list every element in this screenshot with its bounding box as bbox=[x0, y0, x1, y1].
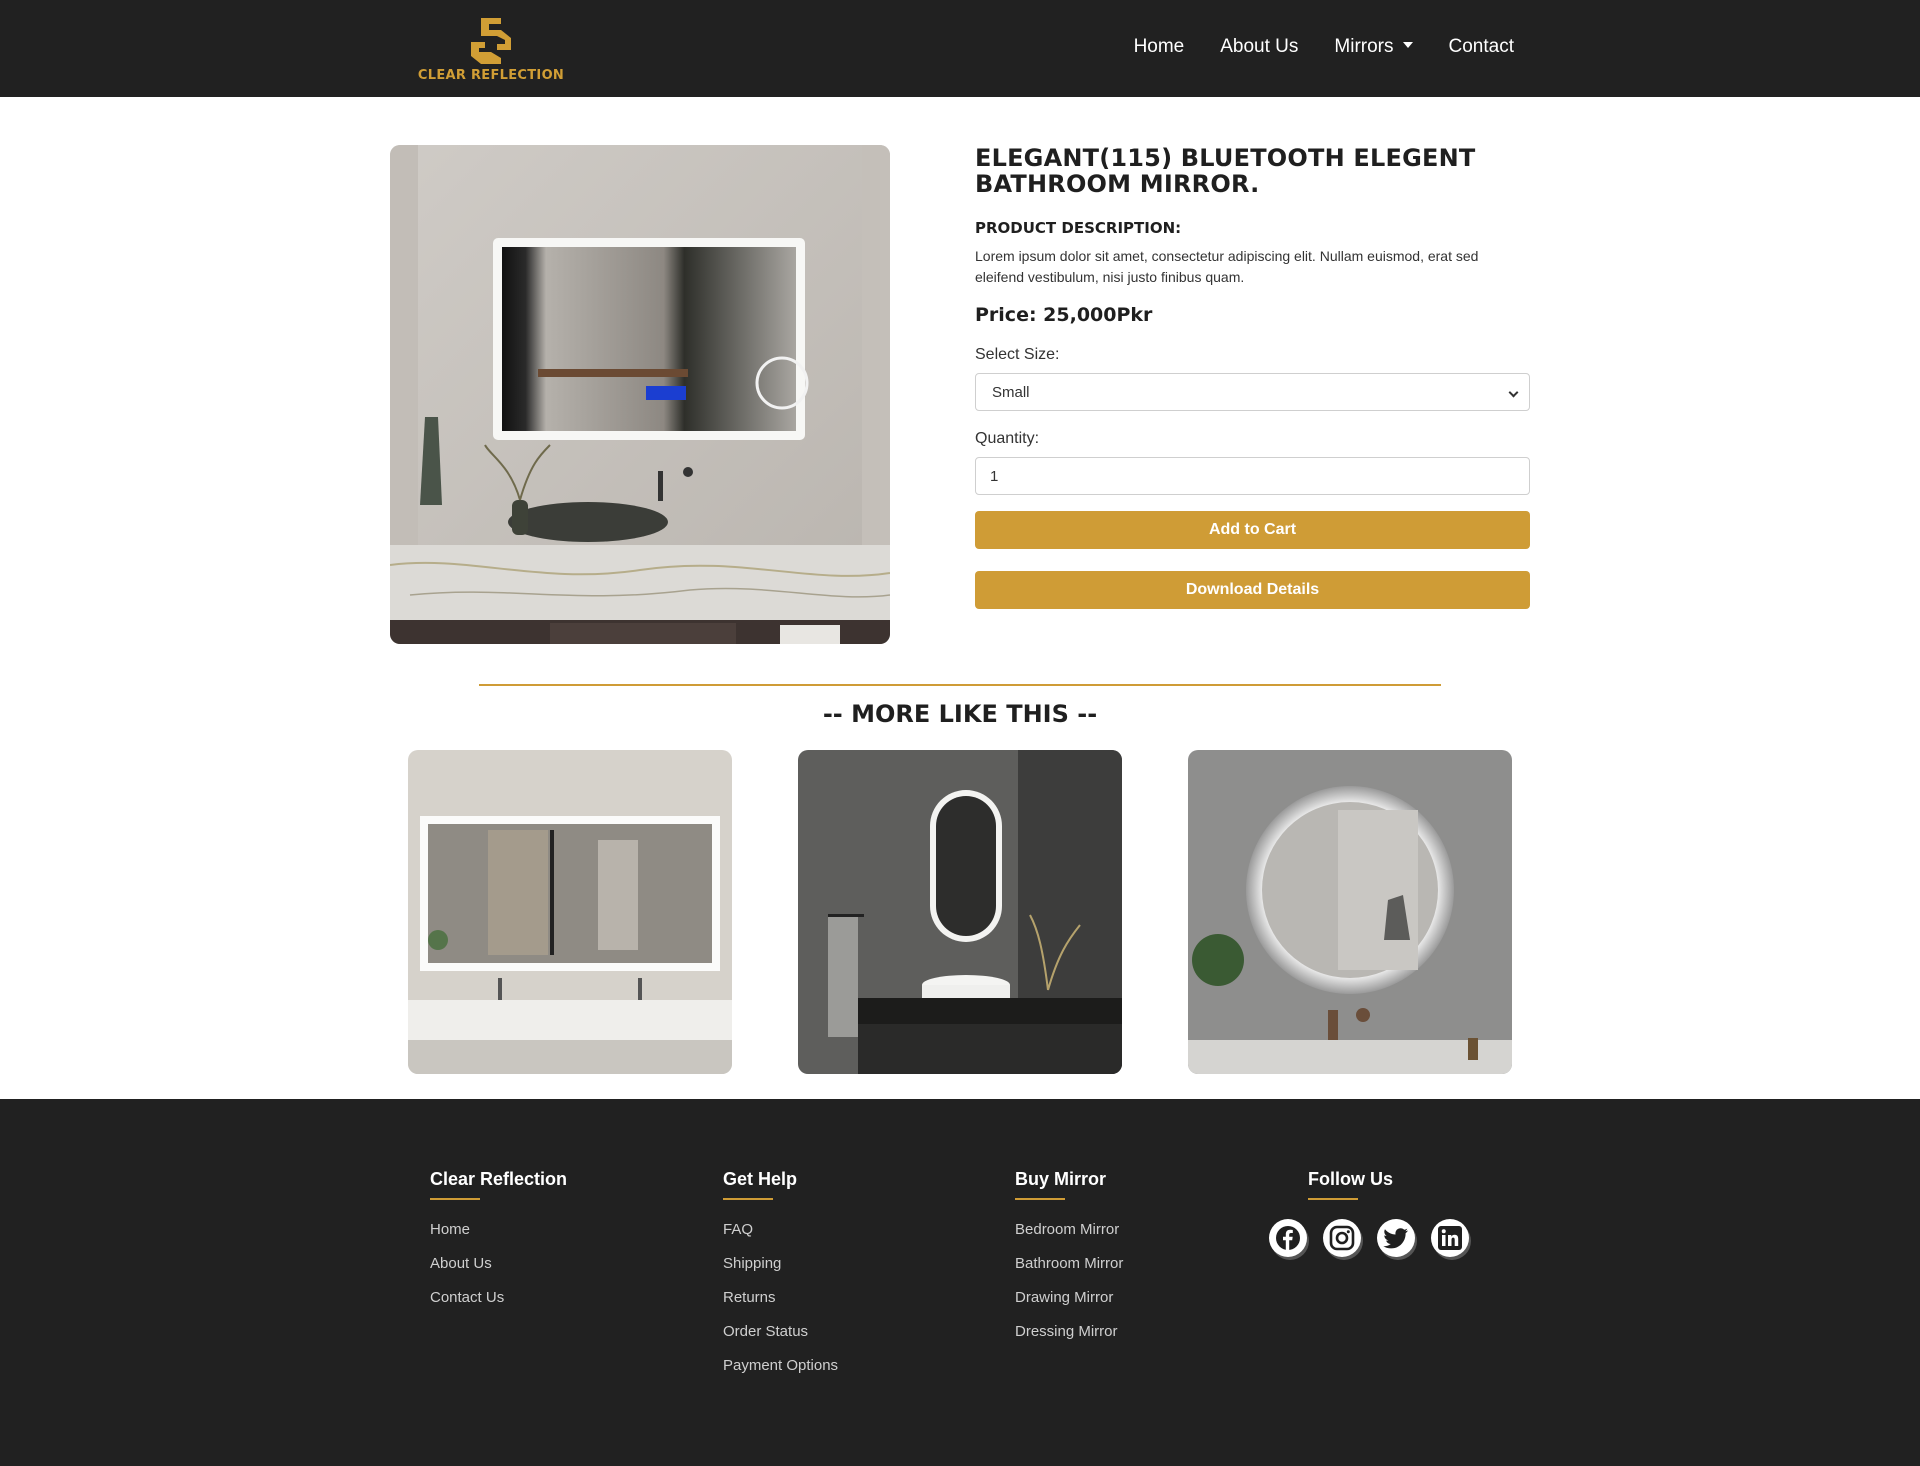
footer-link-drawing-mirror[interactable]: Drawing Mirror bbox=[1015, 1289, 1113, 1306]
social-links bbox=[1269, 1219, 1469, 1257]
footer-link-faq[interactable]: FAQ bbox=[723, 1221, 753, 1238]
footer-link-order-status[interactable]: Order Status bbox=[723, 1323, 808, 1340]
facebook-icon bbox=[1276, 1226, 1300, 1250]
related-product-card[interactable] bbox=[1188, 750, 1512, 1074]
nav-mirrors-dropdown[interactable]: Mirrors bbox=[1334, 36, 1413, 58]
footer-link-contact-us[interactable]: Contact Us bbox=[430, 1289, 504, 1306]
related-product-card[interactable] bbox=[408, 750, 732, 1074]
instagram-icon bbox=[1329, 1225, 1355, 1251]
size-label: Select Size: bbox=[975, 346, 1060, 363]
description-text: Lorem ipsum dolor sit amet, consectetur … bbox=[975, 248, 1479, 285]
product-title: ELEGANT(115) BLUETOOTH ELEGENT BATHROOM … bbox=[975, 144, 1476, 198]
nav-contact[interactable]: Contact bbox=[1449, 36, 1514, 58]
footer-heading-underline bbox=[723, 1198, 773, 1200]
footer-link-payment-options[interactable]: Payment Options bbox=[723, 1357, 838, 1374]
quantity-label: Quantity: bbox=[975, 430, 1040, 447]
nav-links: Home About Us Mirrors Contact bbox=[1134, 36, 1514, 58]
footer-col-buy-mirror: Buy Mirror Bedroom Mirror Bathroom Mirro… bbox=[1015, 1169, 1123, 1357]
logo-icon bbox=[471, 18, 511, 64]
instagram-link[interactable] bbox=[1323, 1219, 1361, 1257]
section-divider bbox=[479, 684, 1441, 686]
footer-heading-underline bbox=[430, 1198, 480, 1200]
footer-link-shipping[interactable]: Shipping bbox=[723, 1255, 781, 1272]
description-heading: PRODUCT DESCRIPTION: bbox=[975, 219, 1182, 237]
nav-about-us[interactable]: About Us bbox=[1220, 36, 1298, 58]
footer-heading: Buy Mirror bbox=[1015, 1169, 1107, 1189]
linkedin-link[interactable] bbox=[1431, 1219, 1469, 1257]
caret-down-icon bbox=[1402, 42, 1413, 48]
footer-heading-underline bbox=[1308, 1198, 1358, 1200]
oval-led-mirror-image bbox=[798, 750, 1122, 1074]
facebook-link[interactable] bbox=[1269, 1219, 1307, 1257]
footer-link-dressing-mirror[interactable]: Dressing Mirror bbox=[1015, 1323, 1118, 1340]
footer-heading: Follow Us bbox=[1308, 1169, 1393, 1189]
nav-home[interactable]: Home bbox=[1134, 36, 1185, 58]
brand-logo-link[interactable]: CLEAR REFLECTION bbox=[414, 16, 568, 83]
footer-link-about-us[interactable]: About Us bbox=[430, 1255, 492, 1272]
twitter-link[interactable] bbox=[1377, 1219, 1415, 1257]
footer-heading: Get Help bbox=[723, 1169, 798, 1189]
product-info: ELEGANT(115) BLUETOOTH ELEGENT BATHROOM … bbox=[975, 145, 1530, 609]
nav-mirrors-label: Mirrors bbox=[1334, 36, 1394, 57]
size-select-value: Small bbox=[992, 384, 1030, 401]
add-to-cart-button[interactable]: Add to Cart bbox=[975, 511, 1530, 549]
chevron-down-icon bbox=[1508, 387, 1519, 398]
footer-heading: Clear Reflection bbox=[430, 1169, 568, 1189]
footer-col-get-help: Get Help FAQ Shipping Returns Order Stat… bbox=[723, 1169, 838, 1391]
navbar: CLEAR REFLECTION Home About Us Mirrors C… bbox=[0, 0, 1920, 97]
footer-heading-underline bbox=[1015, 1198, 1065, 1200]
footer-link-bathroom-mirror[interactable]: Bathroom Mirror bbox=[1015, 1255, 1123, 1272]
related-product-card[interactable] bbox=[798, 750, 1122, 1074]
footer bbox=[0, 1099, 1920, 1466]
product-price: Price: 25,000Pkr bbox=[975, 304, 1153, 326]
product-image bbox=[390, 145, 890, 644]
download-details-button[interactable]: Download Details bbox=[975, 571, 1530, 609]
footer-col-follow-us: Follow Us bbox=[1269, 1169, 1469, 1257]
more-like-this-heading: -- MORE LIKE THIS -- bbox=[822, 700, 1098, 728]
bathroom-mirror-image bbox=[390, 145, 890, 644]
linkedin-icon bbox=[1438, 1226, 1462, 1250]
footer-link-home[interactable]: Home bbox=[430, 1221, 470, 1238]
footer-link-bedroom-mirror[interactable]: Bedroom Mirror bbox=[1015, 1221, 1119, 1238]
twitter-icon bbox=[1383, 1228, 1408, 1249]
round-led-mirror-image bbox=[1188, 750, 1512, 1074]
rectangular-led-mirror-image bbox=[408, 750, 732, 1074]
size-select[interactable]: Small bbox=[975, 373, 1530, 411]
footer-col-clear-reflection: Clear Reflection Home About Us Contact U… bbox=[430, 1169, 567, 1323]
quantity-input[interactable] bbox=[975, 457, 1530, 495]
brand-name: CLEAR REFLECTION bbox=[417, 68, 565, 83]
footer-link-returns[interactable]: Returns bbox=[723, 1289, 776, 1306]
